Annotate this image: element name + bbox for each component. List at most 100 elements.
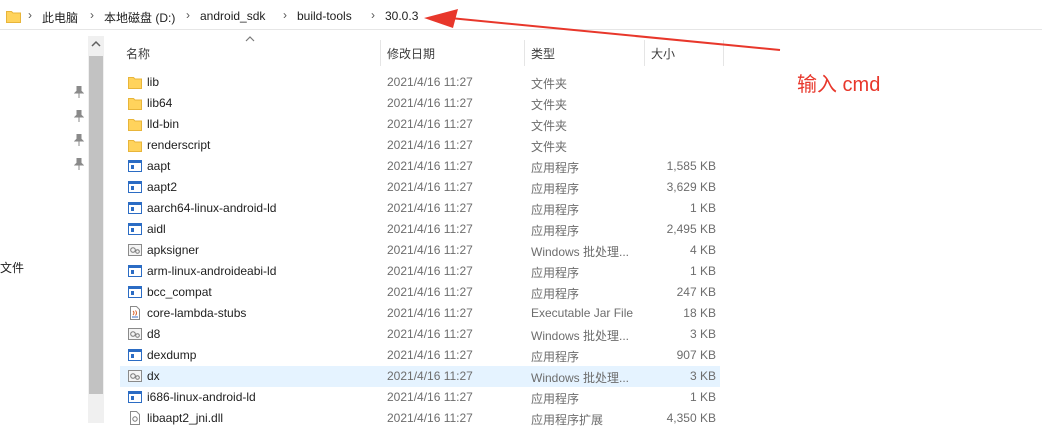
- pin-icon[interactable]: [74, 158, 84, 170]
- vertical-scrollbar[interactable]: [88, 36, 104, 423]
- file-row[interactable]: aarch64-linux-android-ld 2021/4/16 11:27 应…: [120, 198, 720, 219]
- folder-icon: [128, 75, 142, 89]
- file-type: Executable Jar File: [531, 306, 634, 320]
- file-row[interactable]: lib64 2021/4/16 11:27 文件夹: [120, 93, 720, 114]
- file-date: 2021/4/16 11:27: [387, 138, 473, 152]
- file-type: 文件夹: [531, 119, 568, 133]
- file-row[interactable]: arm-linux-androideabi-ld 2021/4/16 11:27 应…: [120, 261, 720, 282]
- file-row[interactable]: aapt2 2021/4/16 11:27 应用程序 3,629 KB: [120, 177, 720, 198]
- exe-icon: [128, 285, 142, 299]
- file-date: 2021/4/16 11:27: [387, 75, 473, 89]
- file-date: 2021/4/16 11:27: [387, 96, 473, 110]
- file-name: aapt: [147, 159, 171, 173]
- file-size: 907 KB: [676, 348, 716, 362]
- file-date: 2021/4/16 11:27: [387, 159, 473, 173]
- file-date: 2021/4/16 11:27: [387, 117, 473, 131]
- scroll-up-arrow-icon[interactable]: [91, 40, 101, 48]
- file-size: 1 KB: [689, 201, 716, 215]
- breadcrumb-this-pc[interactable]: 此电脑: [42, 9, 78, 26]
- batch-icon: [128, 243, 142, 257]
- breadcrumb-build-tools[interactable]: build-tools: [297, 9, 352, 23]
- chevron-right-icon[interactable]: ›: [186, 8, 190, 22]
- navigation-pane: 文件: [0, 31, 88, 423]
- file-date: 2021/4/16 11:27: [387, 264, 473, 278]
- file-row[interactable]: core-lambda-stubs 2021/4/16 11:27 Executab…: [120, 303, 720, 324]
- file-name: lib: [147, 75, 160, 89]
- file-date: 2021/4/16 11:27: [387, 222, 473, 236]
- file-name: apksigner: [147, 243, 200, 257]
- file-type: Windows 批处理...: [531, 371, 630, 385]
- file-row[interactable]: bcc_compat 2021/4/16 11:27 应用程序 247 KB: [120, 282, 720, 303]
- file-date: 2021/4/16 11:27: [387, 201, 473, 215]
- file-row[interactable]: d8 2021/4/16 11:27 Windows 批处理... 3 KB: [120, 324, 720, 345]
- file-row[interactable]: aidl 2021/4/16 11:27 应用程序 2,495 KB: [120, 219, 720, 240]
- file-size: 1,585 KB: [666, 159, 716, 173]
- file-size: 247 KB: [676, 285, 716, 299]
- file-type: 应用程序: [531, 161, 580, 175]
- exe-icon: [128, 348, 142, 362]
- pin-icon[interactable]: [74, 134, 84, 146]
- file-row[interactable]: renderscript 2021/4/16 11:27 文件夹: [120, 135, 720, 156]
- file-type: 应用程序: [531, 287, 580, 301]
- file-size: 18 KB: [683, 306, 716, 320]
- file-size: 4 KB: [689, 243, 716, 257]
- batch-icon: [128, 369, 142, 383]
- file-row[interactable]: i686-linux-android-ld 2021/4/16 11:27 应用程序…: [120, 387, 720, 408]
- exe-icon: [128, 159, 142, 173]
- file-row[interactable]: libaapt2_jni.dll 2021/4/16 11:27 应用程序扩展 4,3…: [120, 408, 720, 429]
- file-date: 2021/4/16 11:27: [387, 327, 473, 341]
- file-type: 应用程序: [531, 203, 580, 217]
- chevron-right-icon[interactable]: ›: [371, 8, 375, 22]
- folder-icon: [128, 117, 142, 131]
- file-row[interactable]: lld-bin 2021/4/16 11:27 文件夹: [120, 114, 720, 135]
- column-divider[interactable]: [380, 40, 381, 66]
- file-size: 3 KB: [689, 369, 716, 383]
- file-name: i686-linux-android-ld: [147, 390, 256, 404]
- file-size: 2,495 KB: [666, 222, 716, 236]
- annotation-arrow: [424, 9, 781, 51]
- file-type: 应用程序: [531, 266, 580, 280]
- chevron-right-icon[interactable]: ›: [90, 8, 94, 22]
- file-type: 应用程序: [531, 392, 580, 406]
- exe-icon: [128, 201, 142, 215]
- batch-icon: [128, 327, 142, 341]
- breadcrumb-android-sdk[interactable]: android_sdk: [200, 9, 265, 23]
- chevron-right-icon[interactable]: ›: [28, 8, 32, 22]
- file-name: aarch64-linux-android-ld: [147, 201, 277, 215]
- file-name: renderscript: [147, 138, 211, 152]
- file-name: aapt2: [147, 180, 178, 194]
- breadcrumb-current-folder[interactable]: 30.0.3: [385, 9, 418, 23]
- file-row[interactable]: lib 2021/4/16 11:27 文件夹: [120, 72, 720, 93]
- file-date: 2021/4/16 11:27: [387, 285, 473, 299]
- chevron-right-icon[interactable]: ›: [283, 8, 287, 22]
- breadcrumb-drive-d[interactable]: 本地磁盘 (D:): [104, 9, 175, 26]
- file-row[interactable]: aapt 2021/4/16 11:27 应用程序 1,585 KB: [120, 156, 720, 177]
- annotation-text: 输入 cmd: [797, 74, 881, 96]
- file-type: 应用程序扩展: [531, 413, 604, 427]
- file-row[interactable]: dexdump 2021/4/16 11:27 应用程序 907 KB: [120, 345, 720, 366]
- file-size: 1 KB: [689, 390, 716, 404]
- file-row[interactable]: apksigner 2021/4/16 11:27 Windows 批处理... 4 …: [120, 240, 720, 261]
- file-type: 文件夹: [531, 98, 568, 112]
- file-name: arm-linux-androideabi-ld: [147, 264, 277, 278]
- column-name-header[interactable]: 名称: [126, 45, 150, 62]
- folder-icon: [128, 138, 142, 152]
- pin-icon[interactable]: [74, 110, 84, 122]
- file-name: dexdump: [147, 348, 197, 362]
- file-date: 2021/4/16 11:27: [387, 180, 473, 194]
- file-name: dx: [147, 369, 160, 383]
- file-size: 3 KB: [689, 327, 716, 341]
- file-type: 文件夹: [531, 140, 568, 154]
- nav-item-label[interactable]: 文件: [0, 259, 24, 276]
- file-row[interactable]: dx 2021/4/16 11:27 Windows 批处理... 3 KB: [120, 366, 720, 387]
- exe-icon: [128, 390, 142, 404]
- scrollbar-thumb[interactable]: [89, 56, 103, 394]
- pin-icon[interactable]: [74, 86, 84, 98]
- file-type: 应用程序: [531, 350, 580, 364]
- file-type: 应用程序: [531, 182, 580, 196]
- file-date: 2021/4/16 11:27: [387, 306, 473, 320]
- file-size: 3,629 KB: [666, 180, 716, 194]
- jar-icon: [128, 306, 142, 320]
- file-type: Windows 批处理...: [531, 245, 630, 259]
- file-name: aidl: [147, 222, 166, 236]
